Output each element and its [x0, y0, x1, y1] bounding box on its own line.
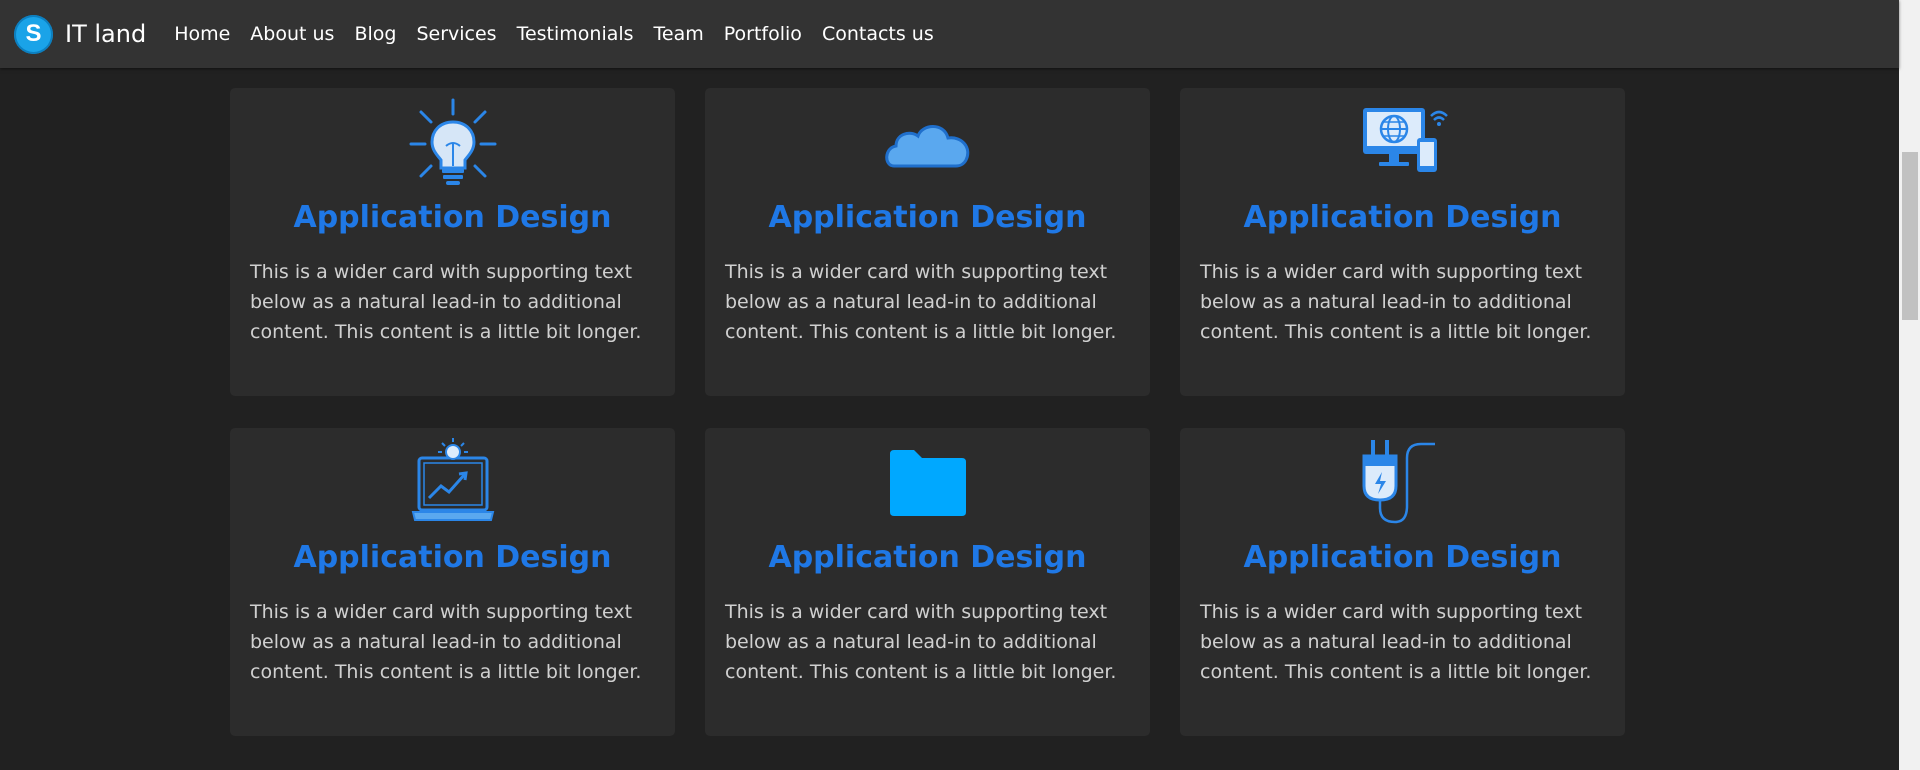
- brand-name: IT land: [65, 20, 147, 48]
- nav-link-services[interactable]: Services: [416, 23, 496, 45]
- service-card: Application Design This is a wider card …: [1180, 428, 1625, 736]
- card-text: This is a wider card with supporting tex…: [725, 601, 1117, 683]
- card-title: Application Design: [1243, 200, 1562, 235]
- nav-link-blog[interactable]: Blog: [354, 23, 396, 45]
- nav-links: Home About us Blog Services Testimonials…: [164, 23, 944, 45]
- card-text: This is a wider card with supporting tex…: [250, 261, 642, 343]
- folder-icon: [889, 450, 966, 516]
- card-title: Application Design: [293, 540, 612, 575]
- nav-link-contacts-us[interactable]: Contacts us: [822, 23, 934, 45]
- card-text: This is a wider card with supporting tex…: [250, 601, 642, 683]
- service-card: Application Design This is a wider card …: [230, 428, 675, 736]
- page: S IT land Home About us Blog Services Te…: [0, 0, 1920, 770]
- scrollbar-thumb[interactable]: [1902, 152, 1918, 320]
- navbar: S IT land Home About us Blog Services Te…: [0, 0, 1899, 68]
- service-card: Application Design This is a wider card …: [1180, 88, 1625, 396]
- nav-link-portfolio[interactable]: Portfolio: [724, 23, 802, 45]
- laptop-growth-icon: [411, 438, 494, 521]
- cloud-icon: [884, 125, 969, 168]
- nav-link-about-us[interactable]: About us: [250, 23, 334, 45]
- card-text: This is a wider card with supporting tex…: [1200, 601, 1592, 683]
- scrollbar-track[interactable]: [1899, 0, 1920, 770]
- card-text: This is a wider card with supporting tex…: [725, 261, 1117, 343]
- brand-link[interactable]: S IT land: [14, 14, 147, 54]
- brand-logo-icon: S: [14, 14, 53, 54]
- services-grid: Application Design This is a wider card …: [230, 88, 1625, 736]
- service-card: Application Design This is a wider card …: [705, 88, 1150, 396]
- card-text: This is a wider card with supporting tex…: [1200, 261, 1592, 343]
- service-card: Application Design This is a wider card …: [230, 88, 675, 396]
- nav-link-testimonials[interactable]: Testimonials: [517, 23, 634, 45]
- card-title: Application Design: [768, 540, 1087, 575]
- plug-icon: [1362, 440, 1435, 524]
- service-card: Application Design This is a wider card …: [705, 428, 1150, 736]
- card-title: Application Design: [768, 200, 1087, 235]
- nav-link-team[interactable]: Team: [654, 23, 704, 45]
- nav-link-home[interactable]: Home: [174, 23, 230, 45]
- devices-icon: [1362, 108, 1448, 172]
- brand-logo-letter: S: [25, 20, 42, 47]
- lightbulb-icon: [409, 98, 496, 185]
- card-title: Application Design: [1243, 540, 1562, 575]
- card-title: Application Design: [293, 200, 612, 235]
